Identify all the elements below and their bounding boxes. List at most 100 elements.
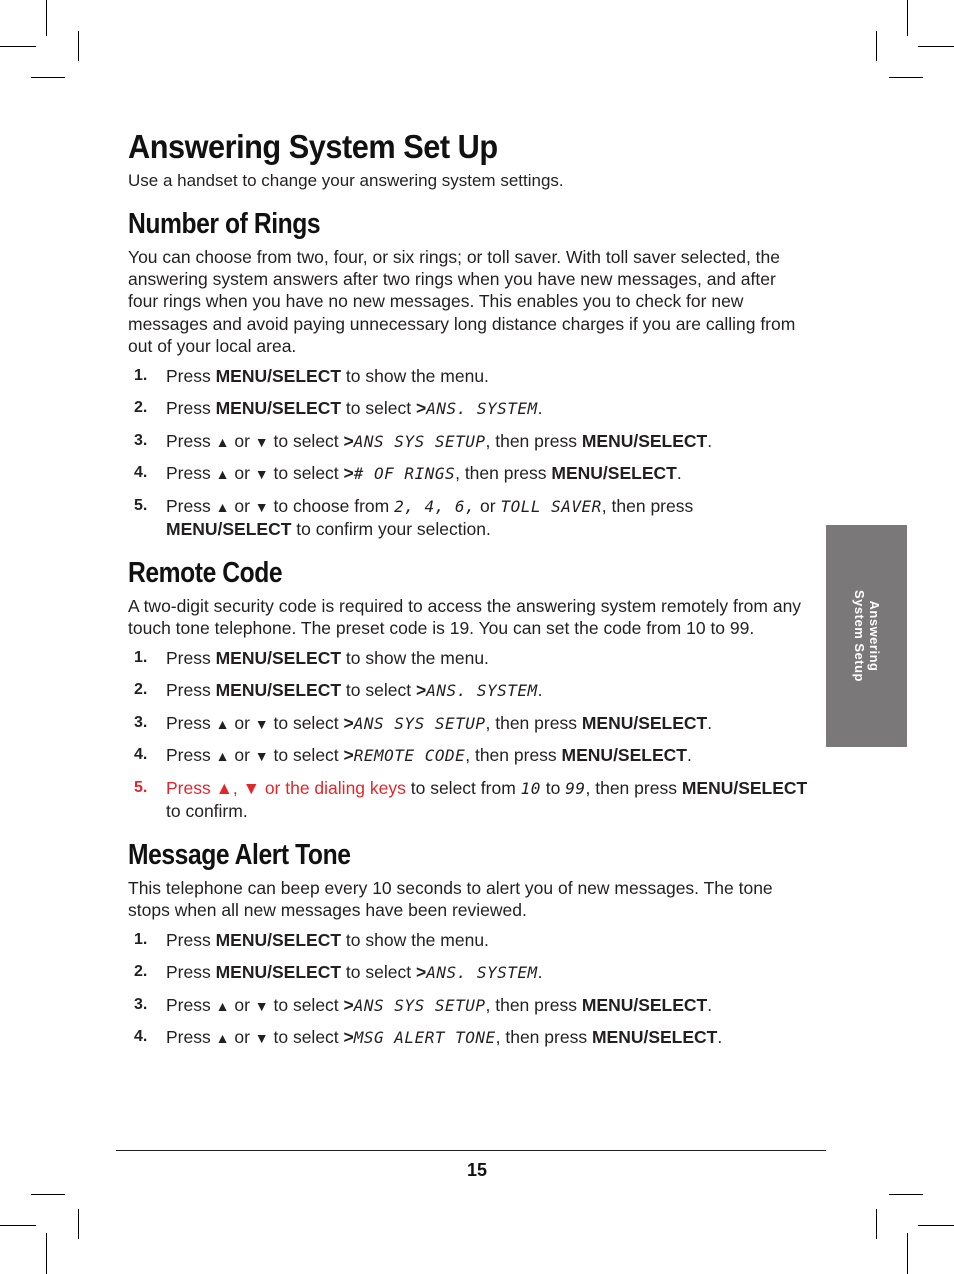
step-text: Press [166, 745, 216, 766]
step-number: 4. [134, 1028, 148, 1046]
menu-marker: > [343, 1027, 354, 1048]
step-number: 5. [134, 779, 148, 797]
lcd-display-text: ANS SYS SETUP [353, 713, 486, 733]
page-title: Answering System Set Up [128, 128, 498, 165]
section-body: A two-digit security code is required to… [128, 595, 802, 638]
step-number: 3. [134, 431, 148, 449]
step-text: , then press [485, 712, 582, 733]
lcd-display-text: TOLL SAVER [500, 497, 602, 517]
button-name: MENU/SELECT [551, 463, 677, 484]
step-text: or [229, 994, 255, 1015]
down-arrow-icon: ▼ [254, 997, 269, 1014]
step-item: 1. Press MENU/SELECT to show the menu. [128, 647, 808, 669]
lcd-display-text: ANS. SYSTEM [426, 680, 538, 700]
section-message-alert-tone: Message Alert Tone This telephone can bee… [128, 837, 808, 1050]
step-text: Press [166, 397, 216, 418]
step-text: Press [166, 679, 216, 700]
crop-mark [876, 31, 877, 61]
menu-marker: > [343, 994, 354, 1015]
down-arrow-icon: ▼ [254, 1030, 269, 1047]
section-body: You can choose from two, four, or six ri… [128, 247, 796, 356]
step-text: to confirm. [166, 801, 248, 822]
step-text: to [540, 778, 566, 799]
side-tab-line1: Answering [866, 600, 882, 672]
step-text: , then press [465, 745, 562, 766]
crop-mark [0, 1225, 36, 1226]
step-item: 5. Press ▲ or ▼ to choose from 2, 4, 6, o… [128, 495, 808, 540]
menu-marker: > [343, 712, 354, 733]
step-number: 3. [134, 995, 148, 1013]
menu-marker: > [415, 397, 427, 418]
menu-marker: > [415, 679, 427, 700]
step-text: or [229, 712, 255, 733]
crop-mark [78, 1209, 79, 1239]
step-number: 1. [134, 649, 148, 667]
sections-container: Number of Rings You can choose from two, … [128, 206, 808, 1050]
side-tab-line2: System Setup [851, 590, 867, 682]
crop-mark [907, 0, 908, 36]
step-number: 4. [134, 746, 148, 764]
lcd-display-text: 10 [520, 779, 541, 799]
step-text: Press [166, 366, 216, 387]
button-name: MENU/SELECT [215, 961, 342, 982]
step-number: 3. [134, 713, 148, 731]
step-number: 1. [134, 367, 148, 385]
menu-marker: > [343, 463, 354, 484]
crop-mark [918, 46, 954, 47]
lcd-display-text: REMOTE CODE [353, 746, 466, 766]
button-name: MENU/SELECT [681, 778, 808, 799]
crop-mark [876, 1209, 877, 1239]
crop-mark [46, 1233, 47, 1274]
section-title: Remote Code [128, 556, 283, 589]
step-text: Press [166, 712, 216, 733]
step-number: 4. [134, 464, 148, 482]
step-text: . [537, 397, 543, 418]
section-title: Number of Rings [128, 208, 321, 240]
step-item: 2. Press MENU/SELECT to select >ANS. SYST… [128, 397, 808, 420]
step-text: to select [268, 712, 344, 733]
step-number: 2. [134, 680, 148, 698]
step-text: Press [166, 961, 216, 982]
down-arrow-icon: ▼ [254, 748, 269, 765]
button-name: MENU/SELECT [591, 1027, 718, 1048]
lcd-display-text: # OF RINGS [353, 464, 456, 484]
step-text: to choose from [268, 496, 395, 517]
step-text: . [537, 679, 543, 700]
crop-mark [46, 0, 47, 36]
step-text: . [537, 961, 543, 982]
lcd-display-text: 2, 4, 6, [394, 497, 476, 517]
step-text: Press [166, 648, 216, 669]
menu-marker: > [343, 745, 354, 766]
button-name: MENU/SELECT [581, 994, 708, 1015]
step-text: or [229, 463, 255, 484]
step-item: 4. Press ▲ or ▼ to select >MSG ALERT TONE… [128, 1026, 808, 1049]
menu-marker: > [415, 961, 427, 982]
step-text: , then press [485, 994, 582, 1015]
step-text: to select [268, 1027, 344, 1048]
step-text: to select [341, 961, 416, 982]
up-arrow-icon: ▲ [215, 1030, 230, 1047]
step-text: Press [166, 430, 216, 451]
section-remote-code: Remote Code A two-digit security code is … [128, 555, 808, 823]
down-arrow-icon: ▼ [254, 499, 269, 516]
lcd-display-text: ANS. SYSTEM [426, 962, 538, 982]
step-text: to select [268, 745, 344, 766]
step-number: 2. [134, 962, 148, 980]
down-arrow-icon: ▼ [254, 433, 269, 450]
button-name: MENU/SELECT [215, 648, 342, 669]
step-item: 1. Press MENU/SELECT to show the menu. [128, 929, 808, 951]
crop-mark [889, 77, 923, 78]
step-text: . [676, 463, 682, 484]
step-text: to show the menu. [341, 648, 489, 669]
crop-mark [31, 1194, 65, 1195]
step-text: to confirm your selection. [291, 519, 491, 540]
up-arrow-icon: ▲ [215, 466, 230, 483]
up-arrow-icon: ▲ [215, 499, 230, 516]
step-text: Press [166, 994, 216, 1015]
step-item: 5. Press ▲, ▼ or the dialing keys to sele… [128, 777, 808, 822]
crop-mark [889, 1194, 923, 1195]
menu-marker: > [343, 430, 354, 451]
section-body: This telephone can beep every 10 seconds… [128, 877, 773, 920]
steps-list: 1. Press MENU/SELECT to show the menu. 2. P… [128, 929, 808, 1050]
step-text: . [707, 712, 713, 733]
